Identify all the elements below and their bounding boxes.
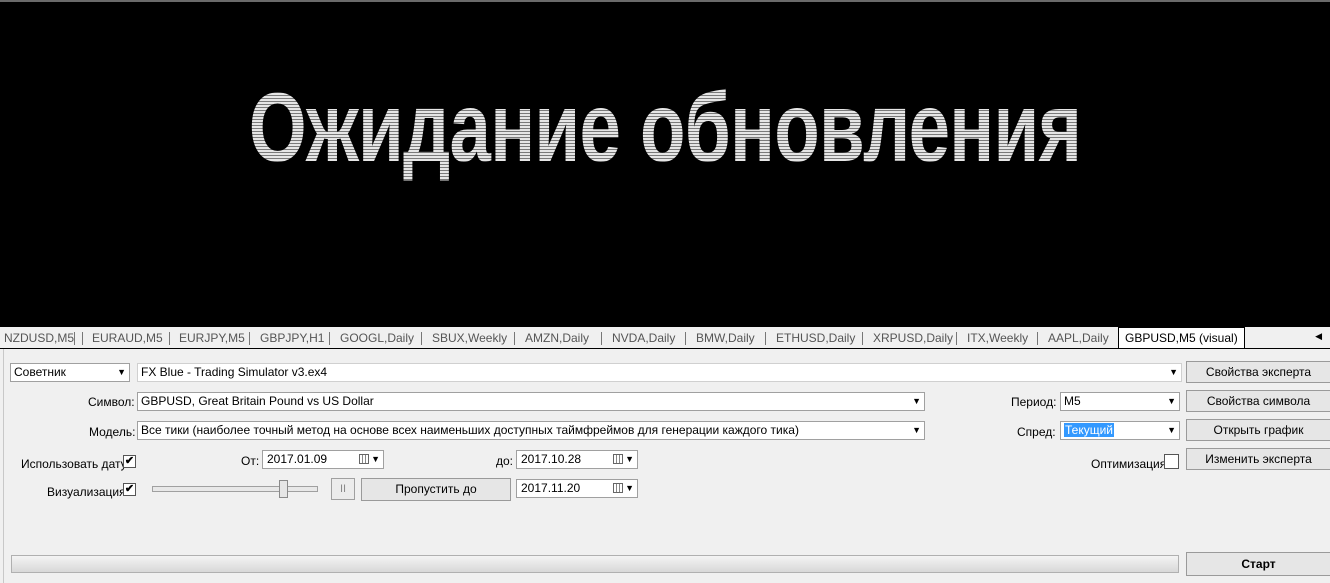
tab-itx-weekly[interactable]: ITX,Weekly — [967, 329, 1028, 348]
visualization-label: Визуализация — [47, 485, 126, 499]
pause-button[interactable]: II — [331, 478, 355, 500]
chevron-down-icon: ▼ — [912, 425, 921, 435]
strategy-tester-panel: Советник ▼ FX Blue - Trading Simulator v3… — [3, 349, 1330, 583]
tab-ethusd-daily[interactable]: ETHUSD,Daily — [776, 329, 855, 348]
to-date-picker[interactable]: 2017.10.28 ▼ — [516, 450, 638, 469]
tab-separator — [249, 332, 250, 345]
tab-xrpusd-daily[interactable]: XRPUSD,Daily — [873, 329, 953, 348]
symbol-select[interactable]: GBPUSD, Great Britain Pound vs US Dollar… — [137, 392, 925, 411]
model-label: Модель: — [89, 425, 136, 439]
tab-separator — [956, 332, 957, 345]
tab-gbpjpy-h1[interactable]: GBPJPY,H1 — [260, 329, 324, 348]
tab-separator — [514, 332, 515, 345]
symbol-properties-button[interactable]: Свойства символа — [1186, 390, 1330, 412]
visualization-checkbox[interactable]: ✔ — [123, 483, 136, 496]
chevron-down-icon: ▼ — [625, 483, 634, 493]
spread-label: Спред: — [1017, 425, 1056, 439]
modify-expert-button[interactable]: Изменить эксперта — [1186, 448, 1330, 470]
tab-separator — [169, 332, 170, 345]
visualization-speed-slider-track[interactable] — [152, 486, 318, 492]
tab-sbux-weekly[interactable]: SBUX,Weekly — [432, 329, 507, 348]
skip-to-button[interactable]: Пропустить до — [361, 478, 511, 501]
chevron-down-icon: ▼ — [1167, 396, 1176, 406]
open-chart-button[interactable]: Открыть график — [1186, 419, 1330, 441]
mode-select[interactable]: Советник ▼ — [10, 363, 130, 382]
tab-separator — [765, 332, 766, 345]
tab-separator — [685, 332, 686, 345]
tab-separator — [421, 332, 422, 345]
chevron-down-icon: ▼ — [912, 396, 921, 406]
tab-googl-daily[interactable]: GOOGL,Daily — [340, 329, 414, 348]
chevron-down-icon: ▼ — [1167, 425, 1176, 435]
tab-separator — [1037, 332, 1038, 345]
chevron-down-icon: ▼ — [625, 454, 634, 464]
to-label: до: — [496, 454, 514, 468]
period-select[interactable]: M5 ▼ — [1060, 392, 1180, 411]
chevron-down-icon: ▼ — [117, 367, 126, 377]
from-date-picker[interactable]: 2017.01.09 ▼ — [262, 450, 384, 469]
tab-separator — [329, 332, 330, 345]
tab-bmw-daily[interactable]: BMW,Daily — [696, 329, 755, 348]
tab-separator — [82, 332, 83, 345]
use-date-checkbox[interactable]: ✔ — [123, 455, 136, 468]
use-date-label: Использовать дату — [21, 457, 127, 471]
visualization-speed-slider-thumb[interactable] — [279, 480, 288, 498]
chevron-down-icon: ▼ — [371, 454, 380, 464]
tab-eurjpy-m5[interactable]: EURJPY,M5 — [179, 329, 245, 348]
tab-nzdusd-m5[interactable]: NZDUSD,M5 — [4, 329, 76, 348]
optimization-label: Оптимизация — [1091, 457, 1167, 471]
expert-select[interactable]: FX Blue - Trading Simulator v3.ex4 ▼ — [137, 363, 1182, 382]
tab-euraud-m5[interactable]: EURAUD,M5 — [92, 329, 163, 348]
chart-top-border — [0, 0, 1330, 2]
calendar-icon — [613, 483, 623, 493]
period-label: Период: — [1011, 395, 1057, 409]
from-label: От: — [241, 454, 260, 468]
tab-nvda-daily[interactable]: NVDA,Daily — [612, 329, 675, 348]
spread-select[interactable]: Текущий ▼ — [1060, 421, 1180, 440]
tab-amzn-daily[interactable]: AMZN,Daily — [525, 329, 589, 348]
model-select[interactable]: Все тики (наиболее точный метод на основ… — [137, 421, 925, 440]
tabs-scroll-left-icon[interactable]: ◀ — [1315, 331, 1322, 342]
calendar-icon — [359, 454, 369, 464]
chevron-down-icon: ▼ — [1169, 367, 1178, 377]
calendar-icon — [613, 454, 623, 464]
tab-separator — [601, 332, 602, 345]
progress-bar — [11, 555, 1179, 573]
optimization-checkbox[interactable] — [1164, 454, 1179, 469]
skip-to-date-picker[interactable]: 2017.11.20 ▼ — [516, 479, 638, 498]
tab-separator — [862, 332, 863, 345]
tab-gbpusd-m5-visual[interactable]: GBPUSD,M5 (visual) — [1118, 327, 1245, 348]
expert-properties-button[interactable]: Свойства эксперта — [1186, 361, 1330, 383]
chart-area: Ожидание обновления — [0, 0, 1330, 327]
start-button[interactable]: Старт — [1186, 552, 1330, 576]
chart-tabs-bar: NZDUSD,M5 EURAUD,M5 EURJPY,M5 GBPJPY,H1 … — [0, 327, 1330, 349]
waiting-for-update-message: Ожидание обновления — [160, 72, 1171, 182]
symbol-label: Символ: — [88, 395, 135, 409]
tab-aapl-daily[interactable]: AAPL,Daily — [1048, 329, 1109, 348]
